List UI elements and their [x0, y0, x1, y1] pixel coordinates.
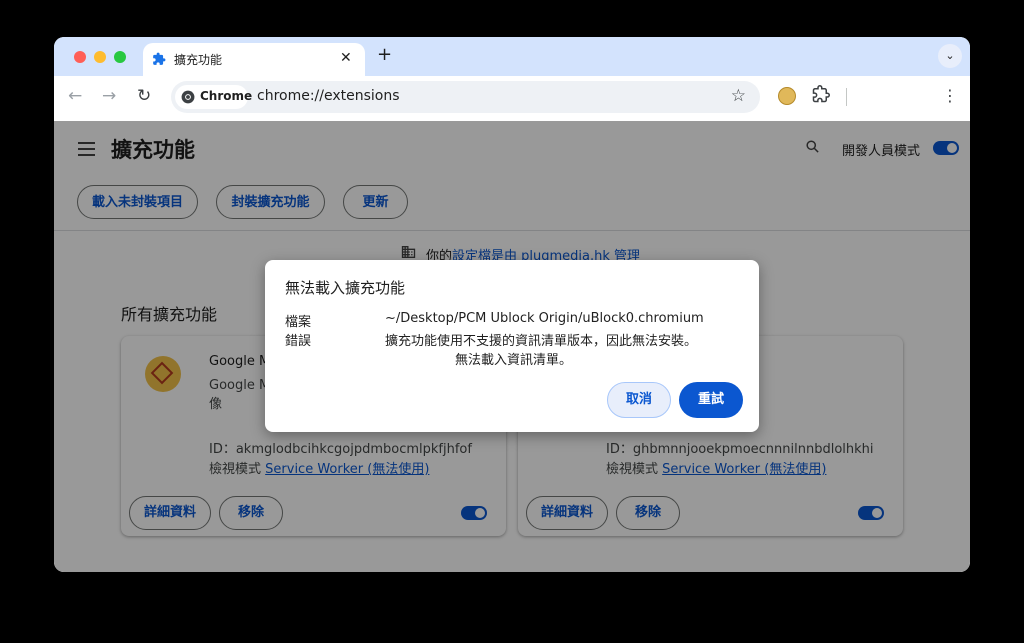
- tab-title: 擴充功能: [174, 53, 223, 67]
- toolbar: ← → ↻ Chrome chrome://extensions ☆ ⋮: [54, 76, 970, 121]
- url-text[interactable]: chrome://extensions: [257, 88, 400, 104]
- address-bar[interactable]: Chrome chrome://extensions ☆: [171, 81, 760, 113]
- new-tab-button[interactable]: +: [377, 45, 392, 65]
- tab-strip: 擴充功能 ✕ + ⌄: [54, 37, 970, 76]
- maximize-window-button[interactable]: [114, 51, 126, 63]
- minimize-window-button[interactable]: [94, 51, 106, 63]
- cancel-button[interactable]: 取消: [607, 382, 671, 418]
- file-path: ~/Desktop/PCM Ublock Origin/uBlock0.chro…: [385, 311, 704, 326]
- dialog-title: 無法載入擴充功能: [285, 279, 406, 297]
- extension-avatar-icon[interactable]: [778, 87, 796, 105]
- browser-window: 擴充功能 ✕ + ⌄ ← → ↻ Chrome chrome://extensi…: [54, 37, 970, 572]
- site-info-chip[interactable]: Chrome: [175, 85, 252, 109]
- load-error-dialog: 無法載入擴充功能 檔案 ~/Desktop/PCM Ublock Origin/…: [265, 260, 759, 432]
- extensions-icon[interactable]: [812, 85, 830, 103]
- retry-button[interactable]: 重試: [679, 382, 743, 418]
- star-icon[interactable]: ☆: [731, 86, 746, 106]
- tab-extensions[interactable]: 擴充功能 ✕: [143, 43, 365, 76]
- toolbar-divider: [846, 88, 847, 106]
- error-label: 錯誤: [285, 334, 312, 349]
- chip-label: Chrome: [200, 89, 253, 103]
- close-tab-icon[interactable]: ✕: [340, 50, 352, 66]
- tab-search-button[interactable]: ⌄: [938, 44, 962, 68]
- reload-icon[interactable]: ↻: [137, 86, 151, 106]
- close-window-button[interactable]: [74, 51, 86, 63]
- error-message: 擴充功能使用不支援的資訊清單版本，因此無法安裝。: [385, 334, 698, 349]
- error-detail: 無法載入資訊清單。: [455, 353, 573, 368]
- chrome-logo-icon: [181, 90, 195, 104]
- back-icon[interactable]: ←: [68, 86, 82, 106]
- forward-icon[interactable]: →: [102, 86, 116, 106]
- more-icon[interactable]: ⋮: [942, 86, 958, 105]
- puzzle-icon: [153, 52, 166, 65]
- file-label: 檔案: [285, 315, 312, 330]
